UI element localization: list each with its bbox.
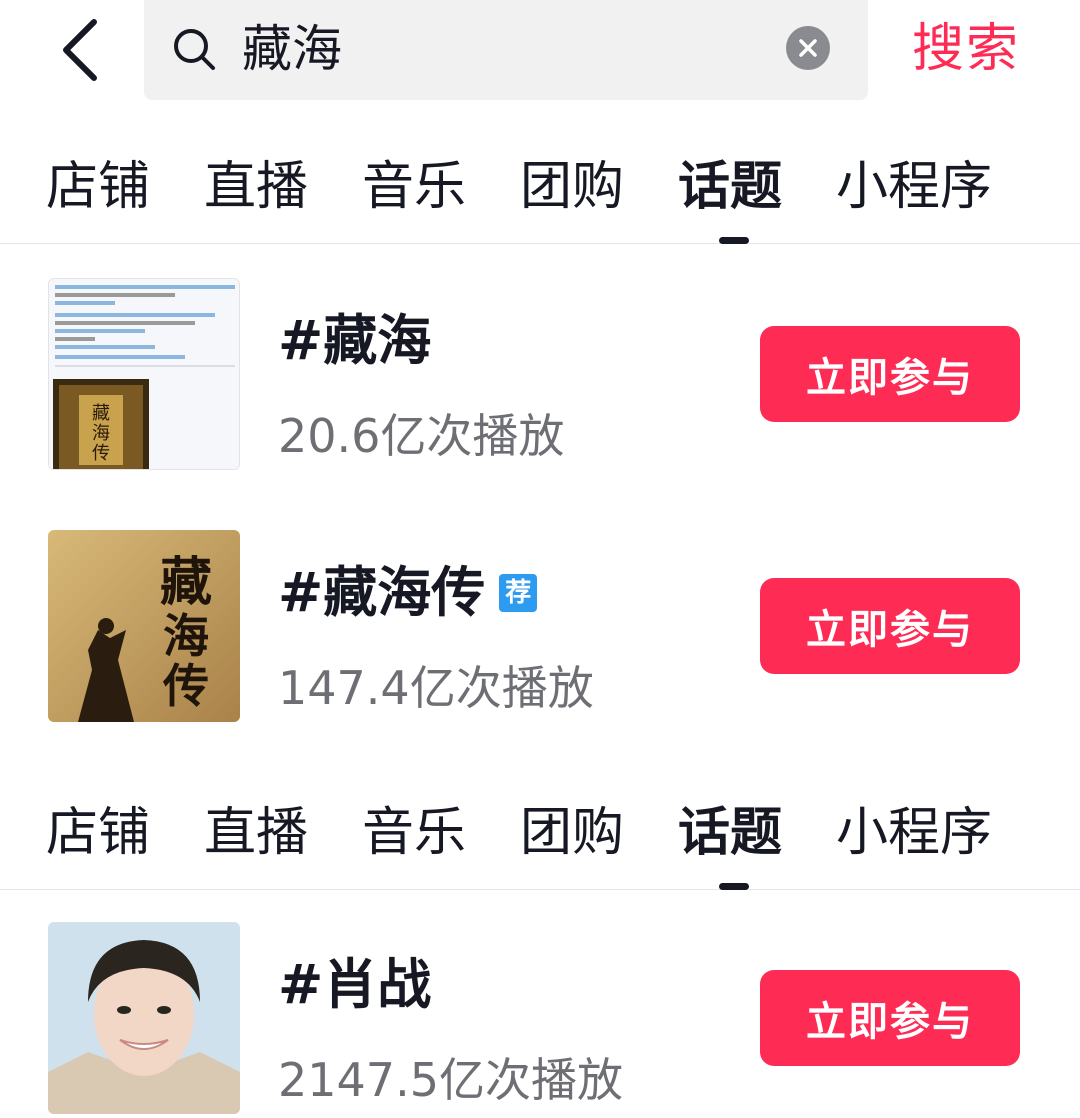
tab-mini-programs[interactable]: 小程序 bbox=[836, 154, 992, 220]
back-button[interactable] bbox=[50, 12, 110, 88]
thumbnail-image bbox=[48, 922, 240, 1114]
thumbnail-image: 藏 海 传 bbox=[49, 279, 239, 469]
tab-live[interactable]: 直播 bbox=[204, 154, 308, 220]
topic-row[interactable]: 藏 海 传 #藏海传 荐 147.4亿次播放 立即参与 bbox=[0, 530, 1080, 722]
join-button[interactable]: 立即参与 bbox=[760, 970, 1020, 1066]
topic-title[interactable]: #肖战 bbox=[278, 952, 431, 1018]
topic-row[interactable]: #肖战 2147.5亿次播放 立即参与 bbox=[0, 922, 1080, 1114]
thumb-caption-3: 传 bbox=[92, 443, 110, 464]
active-tab-indicator bbox=[719, 237, 749, 244]
tab-music[interactable]: 音乐 bbox=[362, 154, 466, 220]
search-header: 藏海 搜索 bbox=[0, 0, 1080, 110]
thumb-title-3: 传 bbox=[162, 659, 209, 713]
thumb-title-1: 藏 bbox=[160, 552, 212, 613]
tab-topics[interactable]: 话题 bbox=[678, 800, 782, 866]
recommended-badge: 荐 bbox=[499, 574, 538, 612]
topic-thumbnail bbox=[48, 922, 240, 1114]
clear-button[interactable] bbox=[786, 26, 830, 70]
tab-group-buy[interactable]: 团购 bbox=[520, 154, 624, 220]
topic-view-count: 2147.5亿次播放 bbox=[278, 1053, 623, 1107]
topic-view-count: 20.6亿次播放 bbox=[278, 409, 565, 463]
category-tabs: 店铺 直播 音乐 团购 话题 小程序 bbox=[0, 132, 1080, 244]
chevron-left-icon bbox=[63, 19, 97, 81]
topic-title-text: #藏海 bbox=[278, 309, 432, 372]
tab-mini-programs[interactable]: 小程序 bbox=[836, 800, 992, 866]
join-button[interactable]: 立即参与 bbox=[760, 578, 1020, 674]
thumb-title-2: 海 bbox=[163, 609, 209, 663]
tab-topics[interactable]: 话题 bbox=[678, 154, 782, 220]
search-button[interactable]: 搜索 bbox=[912, 16, 1020, 82]
topic-thumbnail: 藏 海 传 bbox=[48, 530, 240, 722]
topic-title-text: #藏海传 bbox=[278, 561, 486, 624]
magnifier-icon bbox=[174, 29, 215, 70]
join-button[interactable]: 立即参与 bbox=[760, 326, 1020, 422]
topic-row[interactable]: 藏 海 传 #藏海 20.6亿次播放 立即参与 bbox=[0, 278, 1080, 470]
tab-group-buy[interactable]: 团购 bbox=[520, 800, 624, 866]
clear-icon bbox=[799, 39, 817, 57]
thumbnail-image: 藏 海 传 bbox=[48, 530, 240, 722]
topic-title[interactable]: #藏海 bbox=[278, 308, 431, 374]
category-tabs: 店铺 直播 音乐 团购 话题 小程序 bbox=[0, 778, 1080, 890]
active-tab-indicator bbox=[719, 883, 749, 890]
search-query-text[interactable]: 藏海 bbox=[242, 18, 342, 80]
thumb-caption-2: 海 bbox=[92, 423, 110, 444]
tab-shops[interactable]: 店铺 bbox=[46, 800, 150, 866]
tab-shops[interactable]: 店铺 bbox=[46, 154, 150, 220]
tab-music[interactable]: 音乐 bbox=[362, 800, 466, 866]
topic-title[interactable]: #藏海传 荐 bbox=[278, 560, 538, 626]
topic-title-text: #肖战 bbox=[278, 953, 432, 1016]
topic-thumbnail: 藏 海 传 bbox=[48, 278, 240, 470]
thumb-caption-1: 藏 bbox=[92, 403, 110, 424]
tab-live[interactable]: 直播 bbox=[204, 800, 308, 866]
topic-view-count: 147.4亿次播放 bbox=[278, 661, 594, 715]
search-input[interactable]: 藏海 bbox=[144, 0, 868, 100]
